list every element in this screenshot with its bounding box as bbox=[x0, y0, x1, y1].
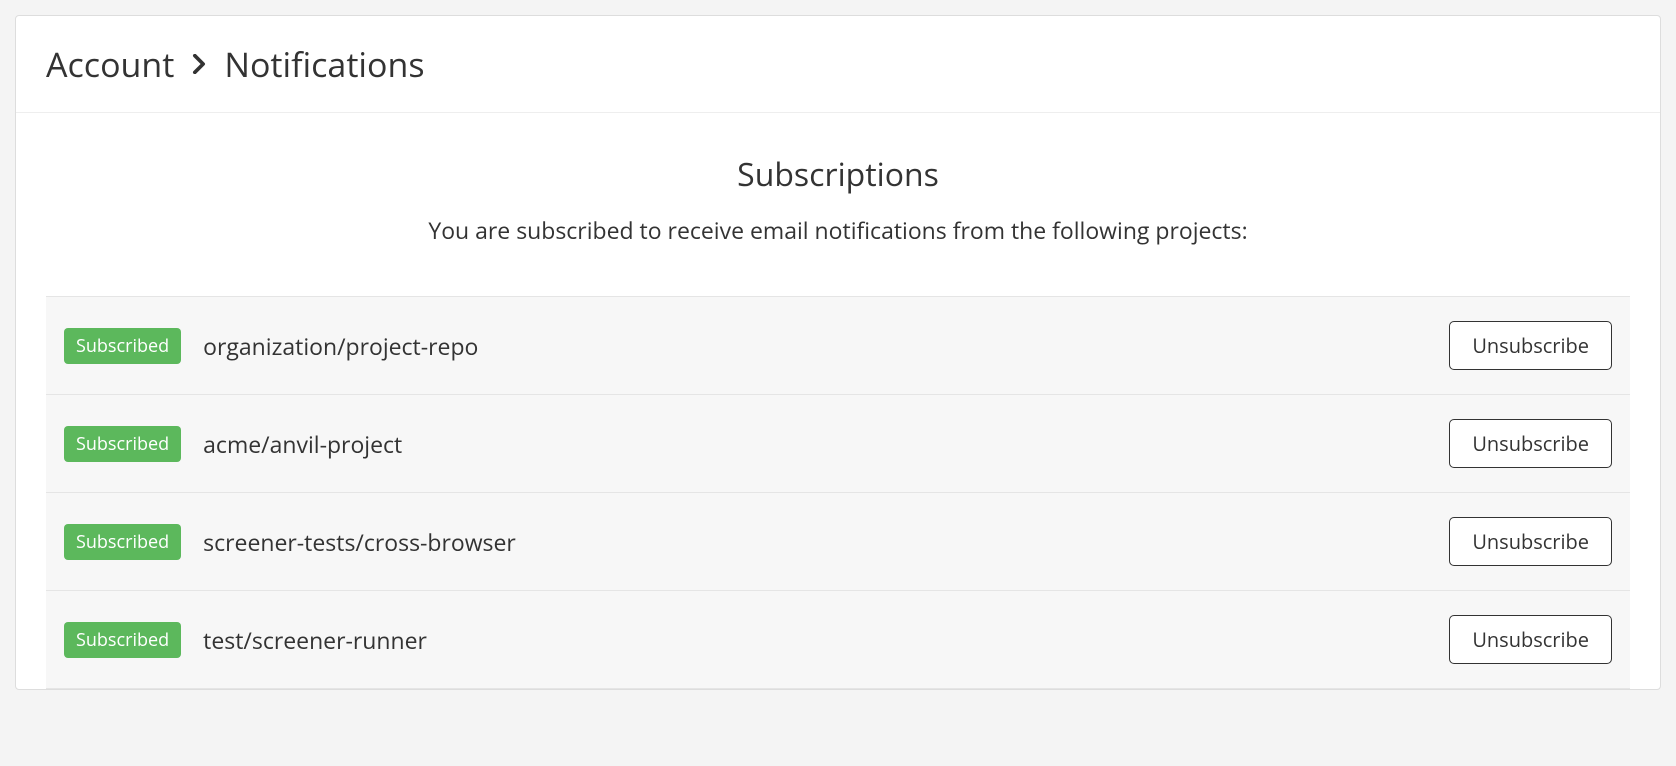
unsubscribe-button[interactable]: Unsubscribe bbox=[1449, 321, 1612, 370]
unsubscribe-button[interactable]: Unsubscribe bbox=[1449, 517, 1612, 566]
subscription-row: Subscribed screener-tests/cross-browser Un… bbox=[46, 493, 1630, 591]
unsubscribe-button[interactable]: Unsubscribe bbox=[1449, 419, 1612, 468]
subscriptions-list: Subscribed organization/project-repo Unsub… bbox=[46, 296, 1630, 689]
status-badge: Subscribed bbox=[64, 622, 181, 658]
project-name: organization/project-repo bbox=[203, 330, 1427, 362]
section-title: Subscriptions bbox=[46, 153, 1630, 196]
subscription-row: Subscribed organization/project-repo Unsub… bbox=[46, 297, 1630, 395]
status-badge: Subscribed bbox=[64, 524, 181, 560]
panel-heading: Account Notifications bbox=[16, 16, 1660, 113]
unsubscribe-button[interactable]: Unsubscribe bbox=[1449, 615, 1612, 664]
section-description: You are subscribed to receive email noti… bbox=[46, 214, 1630, 246]
project-name: screener-tests/cross-browser bbox=[203, 526, 1427, 558]
breadcrumb-current: Notifications bbox=[224, 41, 424, 87]
notifications-panel: Account Notifications Subscriptions You … bbox=[15, 15, 1661, 690]
chevron-right-icon bbox=[192, 54, 206, 74]
breadcrumb: Account Notifications bbox=[46, 41, 1630, 87]
project-name: test/screener-runner bbox=[203, 624, 1427, 656]
panel-body: Subscriptions You are subscribed to rece… bbox=[16, 113, 1660, 689]
breadcrumb-parent-link[interactable]: Account bbox=[46, 41, 174, 87]
status-badge: Subscribed bbox=[64, 426, 181, 462]
subscription-row: Subscribed test/screener-runner Unsubscrib… bbox=[46, 591, 1630, 689]
project-name: acme/anvil-project bbox=[203, 428, 1427, 460]
subscription-row: Subscribed acme/anvil-project Unsubscribe bbox=[46, 395, 1630, 493]
status-badge: Subscribed bbox=[64, 328, 181, 364]
